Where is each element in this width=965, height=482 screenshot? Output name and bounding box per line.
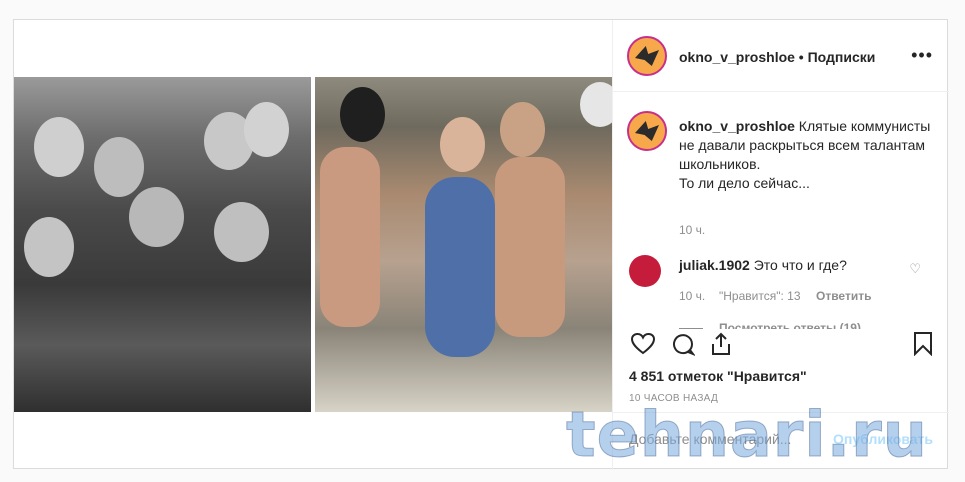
header-text: okno_v_proshloe • Подписки <box>679 49 875 65</box>
caption-line2: То ли дело сейчас... <box>679 175 810 191</box>
heart-icon[interactable] <box>629 330 657 358</box>
comment-likes[interactable]: "Нравится": 13 <box>719 289 801 303</box>
caption-avatar[interactable] <box>627 111 667 151</box>
commenter-username[interactable]: juliak.1902 <box>679 257 750 273</box>
more-options-icon[interactable]: ••• <box>911 46 933 64</box>
caption-time: 10 ч. <box>679 223 706 237</box>
photo-black-white-pioneers <box>14 77 311 412</box>
author-username[interactable]: okno_v_proshloe <box>679 49 795 65</box>
view-replies-link[interactable]: Посмотреть ответы (19) <box>719 321 861 329</box>
reply-button[interactable]: Ответить <box>816 289 871 303</box>
caption-username[interactable]: okno_v_proshloe <box>679 118 795 134</box>
comment-time: 10 ч. <box>679 289 706 303</box>
photo-color-costumes <box>315 77 612 412</box>
bookmark-icon[interactable] <box>909 330 937 358</box>
comments-section: okno_v_proshloe Клятые коммунисты не дав… <box>613 93 949 329</box>
comment-text: juliak.1902 Это что и где? <box>679 257 847 273</box>
caption-text: okno_v_proshloe Клятые коммунисты не дав… <box>679 117 939 193</box>
separator: • <box>794 49 808 65</box>
watermark-logo: tehnari.ru <box>566 398 928 472</box>
post-media[interactable] <box>14 77 612 412</box>
likes-count[interactable]: 4 851 отметок "Нравится" <box>629 368 807 384</box>
comment-body: Это что и где? <box>749 257 847 273</box>
commenter-avatar[interactable] <box>629 255 661 287</box>
action-bar <box>613 330 949 370</box>
author-avatar[interactable] <box>627 36 667 76</box>
comment-icon[interactable] <box>669 330 697 358</box>
replies-divider <box>679 328 703 329</box>
share-icon[interactable] <box>707 330 735 358</box>
post-header: okno_v_proshloe • Подписки ••• <box>613 20 949 92</box>
comment-like-heart-icon[interactable]: ♡ <box>909 261 921 277</box>
follow-button[interactable]: Подписки <box>808 49 876 65</box>
